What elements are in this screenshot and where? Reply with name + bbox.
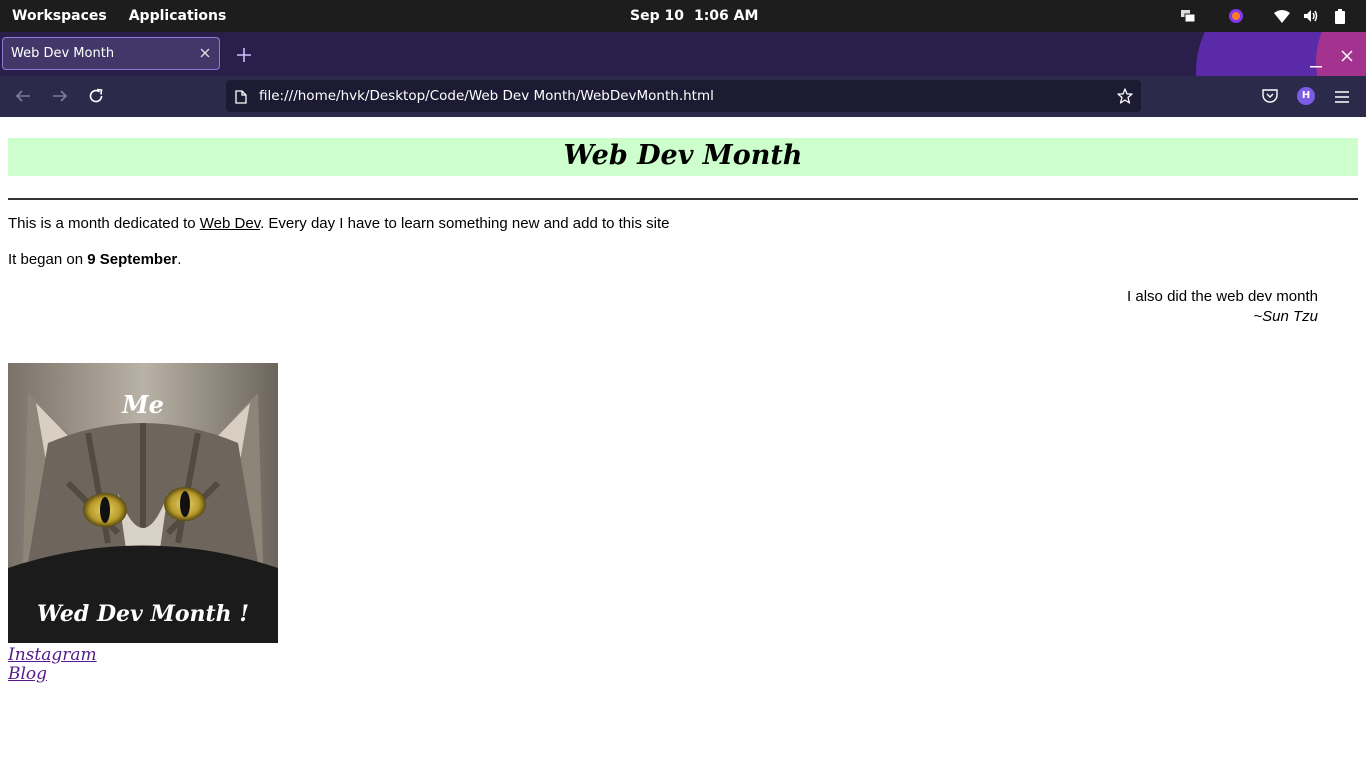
tab-strip: Web Dev Month [0, 32, 1366, 76]
began-date: 9 September [87, 251, 178, 268]
applications-button[interactable]: Applications [129, 8, 227, 24]
quote-text: I also did the web dev month [1127, 288, 1318, 305]
battery-icon[interactable] [1332, 8, 1348, 24]
image-caption-bottom: Wed Dev Month ! [37, 601, 249, 627]
web-dev-link[interactable]: Web Dev [200, 215, 260, 232]
new-tab-plus-icon[interactable] [237, 47, 251, 66]
firefox-indicator-icon[interactable] [1228, 8, 1244, 24]
intro-text-after: . Every day I have to learn something ne… [260, 215, 670, 232]
account-avatar[interactable]: H [1297, 87, 1315, 105]
began-suffix: . [177, 251, 182, 268]
intro-paragraph: This is a month dedicated to Web Dev. Ev… [8, 215, 670, 232]
clock-date: Sep 10 [630, 8, 684, 24]
pocket-icon[interactable] [1262, 88, 1278, 107]
title-banner: Web Dev Month [8, 138, 1358, 176]
minimize-icon[interactable] [1310, 53, 1322, 72]
intro-text-before: This is a month dedicated to [8, 215, 200, 232]
cat-image: Me Wed Dev Month ! [8, 363, 278, 643]
quote-author: ~Sun Tzu [1253, 308, 1318, 325]
workspace-switcher-icon[interactable] [1180, 8, 1196, 24]
navigation-toolbar: file:///home/hvk/Desktop/Code/Web Dev Mo… [0, 76, 1366, 117]
volume-icon[interactable] [1303, 8, 1319, 24]
system-tray [1167, 0, 1348, 32]
reload-icon[interactable] [88, 88, 104, 108]
instagram-link[interactable]: Instagram [8, 646, 97, 665]
horizontal-rule [8, 198, 1358, 200]
links-list: Instagram Blog [8, 646, 97, 684]
tab-close-icon[interactable] [200, 47, 210, 62]
tab-title: Web Dev Month [11, 46, 115, 61]
url-text[interactable]: file:///home/hvk/Desktop/Code/Web Dev Mo… [259, 88, 714, 104]
forward-arrow-icon[interactable] [52, 88, 68, 108]
back-arrow-icon[interactable] [15, 88, 31, 108]
began-paragraph: It began on 9 September. [8, 251, 181, 268]
clock[interactable]: Sep 10 1:06 AM [630, 0, 758, 32]
clock-time: 1:06 AM [693, 8, 759, 24]
cat-illustration: Me Wed Dev Month ! [8, 363, 278, 643]
window-close-icon[interactable] [1341, 47, 1353, 66]
bookmark-star-icon[interactable] [1117, 88, 1133, 108]
page-heading: Web Dev Month [563, 140, 803, 171]
page-icon[interactable] [235, 89, 247, 108]
quote-block: I also did the web dev month ~Sun Tzu [1127, 287, 1318, 327]
page-content: Web Dev Month This is a month dedicated … [0, 117, 1366, 768]
address-bar[interactable]: file:///home/hvk/Desktop/Code/Web Dev Mo… [226, 80, 1141, 112]
blog-link[interactable]: Blog [8, 665, 97, 684]
began-prefix: It began on [8, 251, 88, 268]
tab-web-dev-month[interactable]: Web Dev Month [2, 37, 220, 70]
hamburger-menu-icon[interactable] [1334, 89, 1350, 108]
wifi-icon[interactable] [1274, 8, 1290, 24]
system-top-bar: Workspaces Applications Sep 10 1:06 AM [0, 0, 1366, 32]
workspaces-button[interactable]: Workspaces [12, 8, 107, 24]
image-caption-top: Me [121, 390, 164, 419]
